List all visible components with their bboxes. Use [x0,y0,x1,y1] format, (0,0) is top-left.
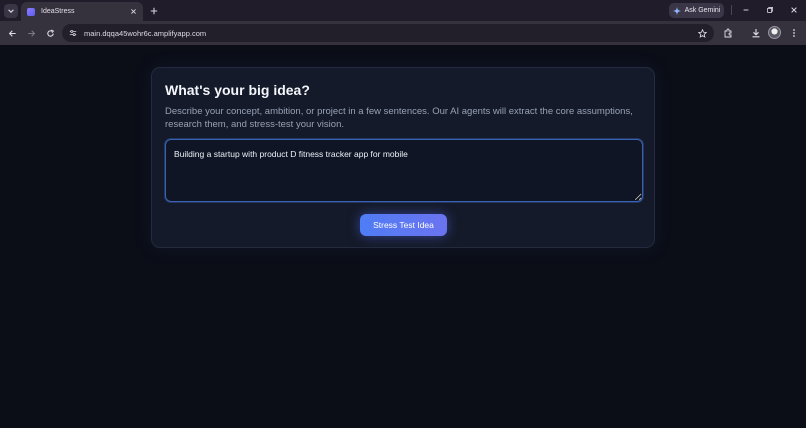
ask-gemini-button[interactable]: Ask Gemini [669,3,724,18]
arrow-right-icon [27,29,35,37]
star-icon [697,28,707,38]
page-title: What's your big idea? [165,82,310,98]
restore-icon [767,7,773,13]
close-window-button[interactable] [787,3,801,17]
minimize-icon [743,9,749,11]
stress-test-button[interactable]: Stress Test Idea [360,214,447,236]
page-description: Describe your concept, ambition, or proj… [165,106,633,130]
url-text: main.dqqa45wohr6c.amplifyapp.com [84,28,207,38]
tab-title: IdeaStress [41,8,75,15]
reload-button[interactable] [43,26,57,40]
bookmark-star-button[interactable] [696,27,708,39]
more-vertical-icon [793,29,795,37]
forward-button[interactable] [24,26,38,40]
extensions-button[interactable] [721,26,735,40]
site-settings-icon[interactable] [68,28,78,38]
tab-close-button[interactable] [127,6,139,18]
site-favicon-icon [27,7,35,16]
chevron-down-icon [8,9,14,13]
address-bar[interactable]: main.dqqa45wohr6c.amplifyapp.com [62,24,714,42]
profile-avatar[interactable] [768,26,781,39]
reload-icon [46,28,54,37]
close-icon [791,7,797,13]
minimize-button[interactable] [739,3,753,17]
tab-search-button[interactable] [4,4,18,18]
gemini-sparkle-icon [672,6,681,15]
download-icon [752,29,760,38]
browser-tab[interactable]: IdeaStress [21,2,143,21]
plus-icon [150,7,158,15]
restore-button[interactable] [763,3,777,17]
ask-gemini-label: Ask Gemini [684,7,721,14]
new-tab-button[interactable] [147,4,161,18]
idea-card: What's your big idea? Describe your conc… [151,67,655,248]
toolbar-divider [731,5,732,15]
back-button[interactable] [5,26,19,40]
browser-tab-bar: IdeaStress Ask Gemini [0,0,806,21]
idea-textarea[interactable]: Building a startup with product D fitnes… [165,139,643,202]
browser-menu-button[interactable] [787,26,801,40]
arrow-left-icon [8,29,16,37]
browser-toolbar: main.dqqa45wohr6c.amplifyapp.com [0,21,806,45]
downloads-button[interactable] [749,26,763,40]
puzzle-icon [724,28,732,38]
close-icon [130,9,136,14]
